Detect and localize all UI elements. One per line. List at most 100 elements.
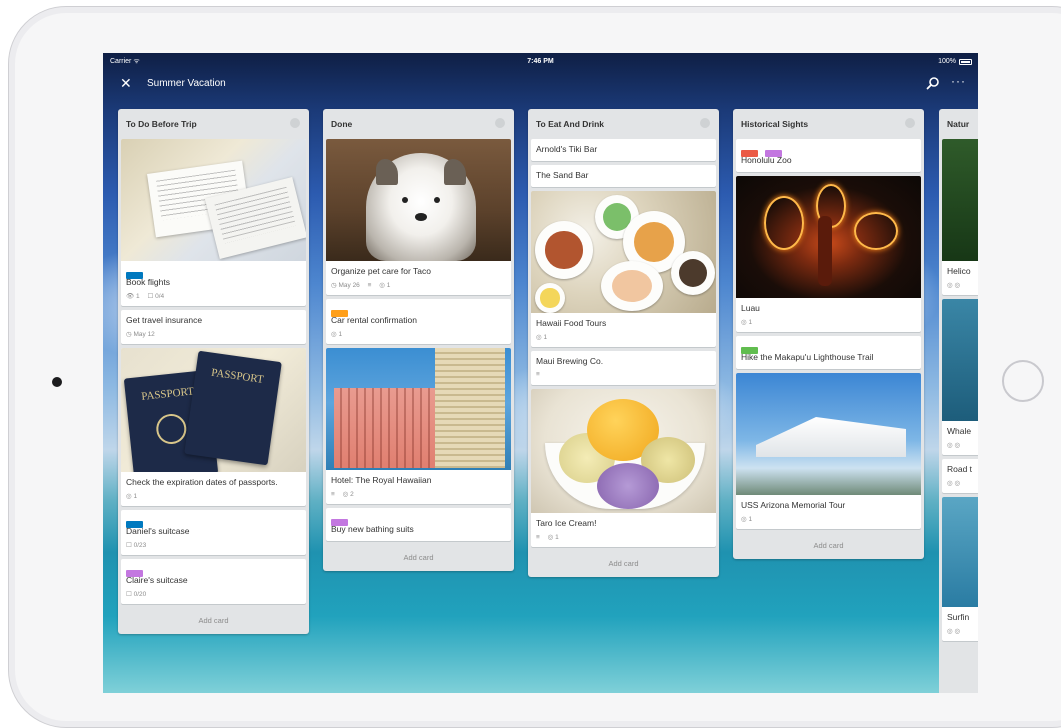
card-title: Maui Brewing Co. bbox=[536, 356, 604, 366]
card-claires-suitcase[interactable]: Claire's suitcase ☐ 0/20 bbox=[121, 559, 306, 604]
attachment-badge: ◎ 1 bbox=[741, 319, 753, 326]
card-title: Whale bbox=[947, 426, 972, 436]
due-date-badge: ◷ May 12 bbox=[126, 331, 155, 338]
card-book-flights[interactable]: Book flights 👁 1 ☐ 0/4 bbox=[121, 139, 306, 306]
list-menu-icon[interactable] bbox=[905, 118, 915, 128]
card-title: Hike the Makapu'u Lighthouse Trail bbox=[741, 352, 874, 362]
card-image bbox=[942, 497, 978, 607]
card-title: Arnold's Tiki Bar bbox=[536, 144, 598, 154]
card-title: Check the expiration dates of passports. bbox=[126, 477, 278, 487]
more-icon[interactable]: ··· bbox=[951, 74, 966, 88]
card-title: Surfin bbox=[947, 612, 970, 622]
card-partial[interactable]: Whale ◎ ◎ bbox=[942, 299, 978, 455]
list-header: To Eat And Drink bbox=[528, 109, 719, 139]
card-title: Taro Ice Cream! bbox=[536, 518, 597, 528]
card-partial[interactable]: Surfin ◎ ◎ bbox=[942, 497, 978, 641]
checklist-badge: ☐ 0/20 bbox=[126, 591, 147, 598]
attachment-badge: ◎ 1 bbox=[331, 331, 343, 338]
list-menu-icon[interactable] bbox=[495, 118, 505, 128]
search-icon[interactable] bbox=[926, 76, 940, 90]
card-title: Hawaii Food Tours bbox=[536, 318, 607, 328]
list-header: Natur bbox=[939, 109, 978, 139]
list-title: Natur bbox=[947, 119, 970, 129]
clock: 7:46 PM bbox=[527, 58, 554, 65]
card-maui-brewing[interactable]: Maui Brewing Co. ≡ bbox=[531, 351, 716, 385]
add-card-button[interactable]: Add card bbox=[323, 545, 514, 571]
card-check-passports[interactable]: PASSPORT PASSPORT Check the expiration d… bbox=[121, 348, 306, 506]
card-taro-ice-cream[interactable]: Taro Ice Cream! ≡ ◎ 1 bbox=[531, 389, 716, 547]
list-title: Historical Sights bbox=[741, 119, 809, 129]
list-nature-partial: Natur Helico ◎ ◎ Whale ◎ ◎ Road t ◎ ◎ Surfi… bbox=[939, 109, 978, 693]
card-title: Claire's suitcase bbox=[126, 575, 188, 585]
watch-badge: 👁 1 bbox=[126, 293, 140, 300]
list-to-do-before-trip: To Do Before Trip Book flights 👁 1 ☐ 0/4… bbox=[118, 109, 309, 634]
card-organize-pet-care[interactable]: Organize pet care for Taco ◷ May 26 ≡ ◎ … bbox=[326, 139, 511, 295]
add-card-button[interactable]: Add card bbox=[733, 533, 924, 559]
card-honolulu-zoo[interactable]: Honolulu Zoo bbox=[736, 139, 921, 172]
card-hotel-royal-hawaiian[interactable]: Hotel: The Royal Hawaiian ≡ ◎ 2 bbox=[326, 348, 511, 504]
description-badge: ≡ bbox=[536, 534, 540, 541]
home-button[interactable] bbox=[1002, 360, 1044, 402]
puppy-image bbox=[326, 139, 511, 261]
card-uss-arizona[interactable]: USS Arizona Memorial Tour ◎ 1 bbox=[736, 373, 921, 529]
close-icon[interactable]: ✕ bbox=[120, 75, 132, 91]
board-header: ✕ Summer Vacation ··· bbox=[103, 71, 978, 97]
card-title: Car rental confirmation bbox=[331, 315, 417, 325]
list-title: To Do Before Trip bbox=[126, 119, 197, 129]
card-title: Helico bbox=[947, 266, 971, 276]
hotel-image bbox=[326, 348, 511, 470]
food-image bbox=[531, 191, 716, 313]
card-daniels-suitcase[interactable]: Daniel's suitcase ☐ 0/23 bbox=[121, 510, 306, 555]
list-menu-icon[interactable] bbox=[290, 118, 300, 128]
card-get-travel-insurance[interactable]: Get travel insurance ◷ May 12 bbox=[121, 310, 306, 344]
list-historical-sights: Historical Sights Honolulu Zoo Luau ◎ 1 … bbox=[733, 109, 924, 559]
attachment-badge: ◎ 1 bbox=[741, 516, 753, 523]
passports-image: PASSPORT PASSPORT bbox=[121, 348, 306, 472]
card-title: Book flights bbox=[126, 277, 170, 287]
card-the-sand-bar[interactable]: The Sand Bar bbox=[531, 165, 716, 187]
description-badge: ≡ bbox=[331, 491, 335, 498]
card-title: Organize pet care for Taco bbox=[331, 266, 432, 276]
list-menu-icon[interactable] bbox=[700, 118, 710, 128]
attachment-badge: ◎ 1 bbox=[536, 334, 548, 341]
card-title: Hotel: The Royal Hawaiian bbox=[331, 475, 432, 485]
card-title: The Sand Bar bbox=[536, 170, 589, 180]
list-header: Historical Sights bbox=[733, 109, 924, 139]
card-title: Luau bbox=[741, 303, 760, 313]
list-title: Done bbox=[331, 119, 353, 129]
checklist-badge: ☐ 0/4 bbox=[147, 293, 165, 300]
card-title: Get travel insurance bbox=[126, 315, 203, 325]
card-hawaii-food-tours[interactable]: Hawaii Food Tours ◎ 1 bbox=[531, 191, 716, 347]
add-card-button[interactable]: Add card bbox=[118, 608, 309, 634]
attachment-badge: ◎ 1 bbox=[379, 282, 391, 289]
attachment-badge: ◎ 1 bbox=[547, 534, 559, 541]
flight-tickets-image bbox=[121, 139, 306, 261]
front-camera bbox=[52, 377, 62, 387]
description-badge: ≡ bbox=[536, 371, 540, 378]
card-luau[interactable]: Luau ◎ 1 bbox=[736, 176, 921, 332]
add-card-button[interactable]: Add card bbox=[528, 551, 719, 577]
card-title: Road t bbox=[947, 464, 973, 474]
list-header: Done bbox=[323, 109, 514, 139]
card-bathing-suits[interactable]: Buy new bathing suits bbox=[326, 508, 511, 541]
card-makapuu-trail[interactable]: Hike the Makapu'u Lighthouse Trail bbox=[736, 336, 921, 369]
card-car-rental[interactable]: Car rental confirmation ◎ 1 bbox=[326, 299, 511, 344]
card-title: USS Arizona Memorial Tour bbox=[741, 500, 846, 510]
card-image bbox=[942, 299, 978, 421]
battery-percent: 100% bbox=[938, 58, 956, 65]
card-title: Buy new bathing suits bbox=[331, 524, 414, 534]
list-done: Done Organize pet care for Taco ◷ May 26… bbox=[323, 109, 514, 571]
list-header: To Do Before Trip bbox=[118, 109, 309, 139]
ice-cream-image bbox=[531, 389, 716, 513]
attachment-badge: ◎ 2 bbox=[342, 491, 354, 498]
description-badge: ≡ bbox=[367, 282, 372, 289]
card-partial[interactable]: Road t ◎ ◎ bbox=[942, 459, 978, 493]
attachment-badge: ◎ 1 bbox=[126, 493, 138, 500]
due-date-badge: ◷ May 26 bbox=[331, 282, 360, 289]
card-title: Honolulu Zoo bbox=[741, 155, 792, 165]
card-partial[interactable]: Helico ◎ ◎ bbox=[942, 139, 978, 295]
list-to-eat-and-drink: To Eat And Drink Arnold's Tiki Bar The S… bbox=[528, 109, 719, 577]
checklist-badge: ☐ 0/23 bbox=[126, 542, 147, 549]
board-title: Summer Vacation bbox=[147, 78, 226, 89]
card-arnolds-tiki-bar[interactable]: Arnold's Tiki Bar bbox=[531, 139, 716, 161]
